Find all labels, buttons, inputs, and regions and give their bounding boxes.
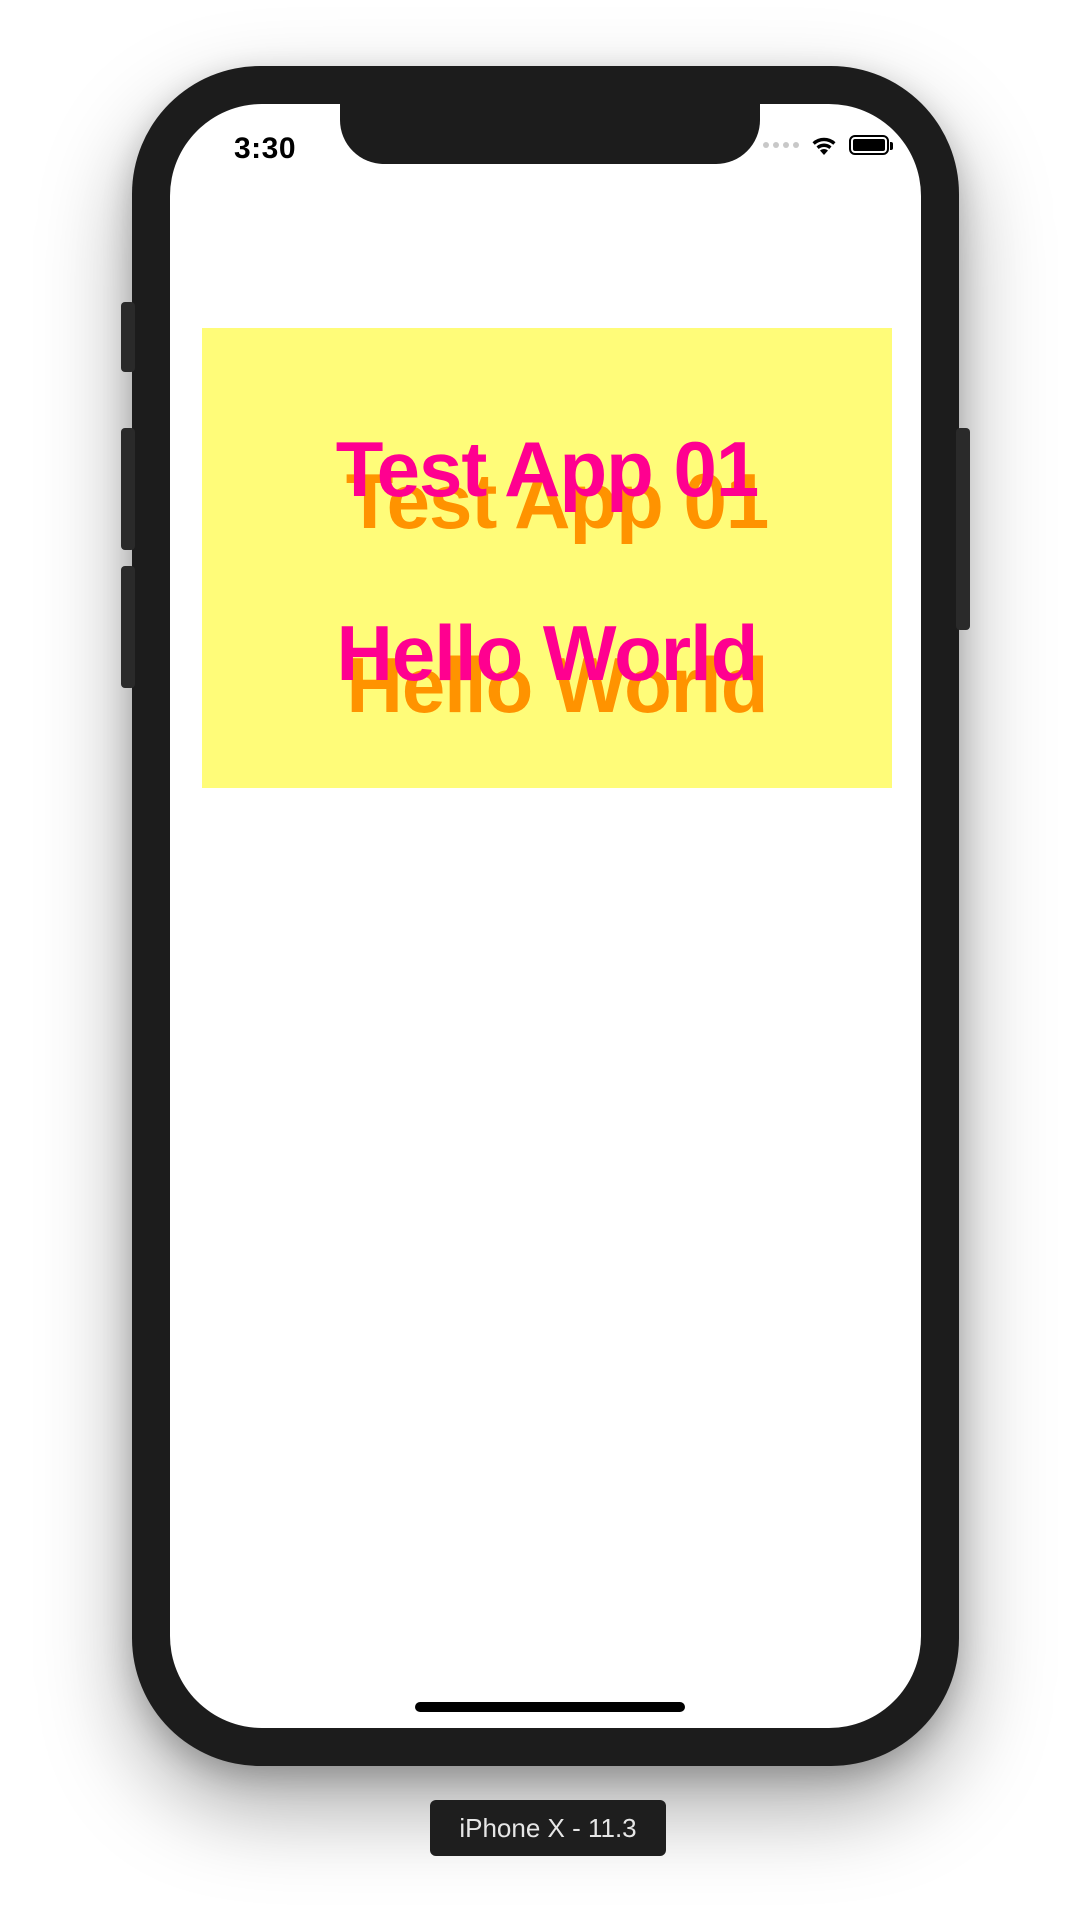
home-indicator[interactable]: [415, 1702, 685, 1712]
label-container: Test App 01 Test App 01 Hello World Hell…: [202, 328, 892, 788]
silent-switch[interactable]: [121, 302, 135, 372]
status-indicators: [763, 134, 893, 156]
subtitle-label: Hello World: [336, 609, 759, 697]
title-label: Test App 01: [335, 425, 759, 513]
signal-dots-icon: [763, 142, 799, 148]
volume-up-button[interactable]: [121, 428, 135, 550]
phone-screen: 3:30 Test App 01 Test App 01 Hello World…: [170, 104, 921, 1728]
volume-down-button[interactable]: [121, 566, 135, 688]
simulator-stage: 3:30 Test App 01 Test App 01 Hello World…: [0, 0, 1090, 1928]
wifi-icon: [812, 137, 836, 155]
notch: [340, 104, 760, 164]
power-button[interactable]: [956, 428, 970, 630]
device-caption: iPhone X - 11.3: [430, 1800, 666, 1856]
title-label-group: Test App 01 Test App 01: [202, 424, 892, 545]
subtitle-label-group: Hello World Hello World: [202, 608, 892, 729]
status-time: 3:30: [234, 132, 297, 165]
battery-icon: [849, 135, 893, 155]
iphone-frame: 3:30 Test App 01 Test App 01 Hello World…: [121, 66, 970, 1766]
